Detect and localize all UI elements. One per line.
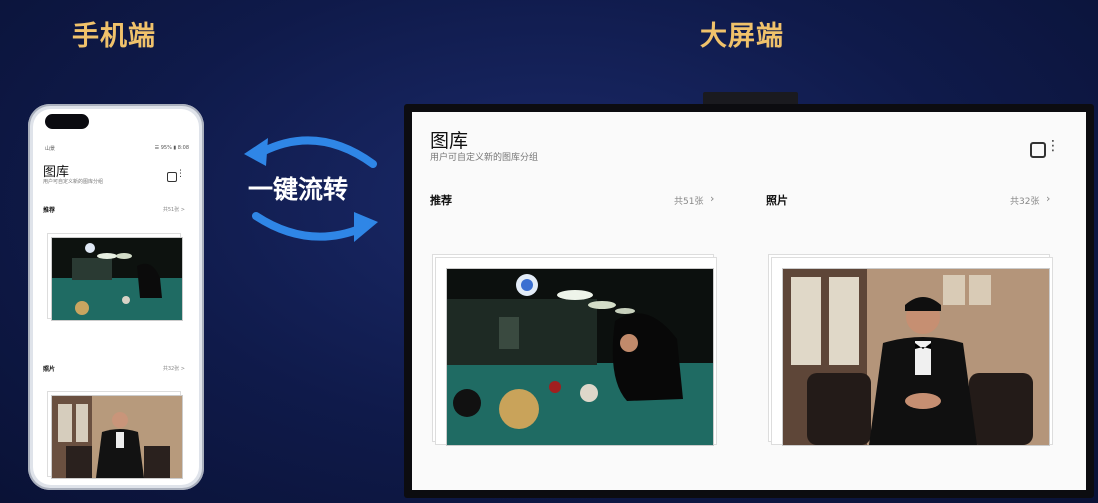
tv-section-count[interactable]: 共32张 <box>1010 194 1039 207</box>
phone-camera-cutout <box>45 114 89 129</box>
tv-section-label[interactable]: 照片 <box>766 192 788 208</box>
chevron-right-icon[interactable]: › <box>1046 192 1050 205</box>
tv-section-label[interactable]: 推荐 <box>430 192 452 208</box>
phone-device: 山景 ☰ 95% ▮ 8:08 图库 用户可自定义新的图库分组 ⋮ 推荐 共51… <box>28 104 204 490</box>
billiards-photo <box>51 237 183 321</box>
phone-status-right: ☰ 95% ▮ 8:08 <box>154 145 189 151</box>
tv-album-photos[interactable] <box>768 254 1058 450</box>
billiards-photo <box>446 268 714 446</box>
one-click-transfer-label: 一键流转 <box>248 175 349 204</box>
phone-screen: 山景 ☰ 95% ▮ 8:08 图库 用户可自定义新的图库分组 ⋮ 推荐 共51… <box>33 109 199 485</box>
tv-album-recommended[interactable] <box>432 254 722 450</box>
phone-album-recommended[interactable] <box>47 233 183 321</box>
tv-page-title: 图库 <box>430 130 469 152</box>
more-vertical-icon[interactable]: ⋮ <box>176 169 185 179</box>
phone-section-label[interactable]: 照片 <box>43 364 55 373</box>
phone-heading: 手机端 <box>72 21 156 52</box>
phone-status-left: 山景 <box>45 146 56 152</box>
gallery-icon[interactable] <box>1030 142 1046 158</box>
tv-heading: 大屏端 <box>700 21 784 52</box>
tv-page-subtitle: 用户可自定义新的图库分组 <box>430 153 539 163</box>
portrait-photo <box>51 395 183 479</box>
more-vertical-icon[interactable]: ⋮ <box>1046 138 1060 154</box>
phone-section-count[interactable]: 共32张 > <box>163 365 185 372</box>
phone-section-count[interactable]: 共51张 > <box>163 206 185 213</box>
phone-album-photos[interactable] <box>47 391 183 479</box>
tv-device: 图库 用户可自定义新的图库分组 ⋮ 推荐 共51张 › 照片 共32张 › <box>404 104 1094 498</box>
tv-section-count[interactable]: 共51张 <box>674 194 703 207</box>
portrait-photo <box>782 268 1050 446</box>
phone-section-label[interactable]: 推荐 <box>43 205 55 214</box>
phone-page-subtitle: 用户可自定义新的图库分组 <box>43 179 104 185</box>
chevron-right-icon[interactable]: › <box>710 192 714 205</box>
tv-screen: 图库 用户可自定义新的图库分组 ⋮ 推荐 共51张 › 照片 共32张 › <box>412 112 1086 490</box>
